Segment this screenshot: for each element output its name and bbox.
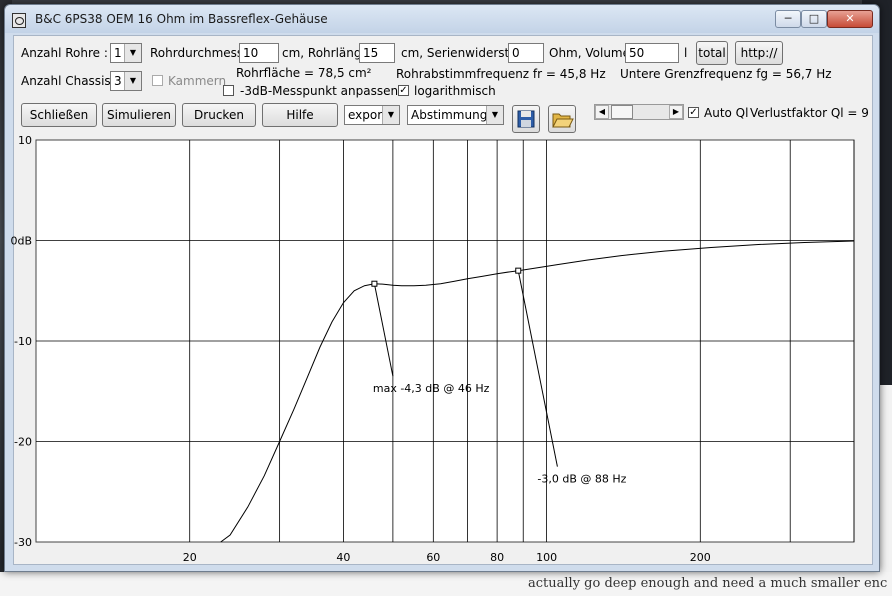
y-tick-label: -10 — [14, 335, 32, 348]
minimize-button[interactable]: ─ — [775, 10, 801, 28]
annotation-marker — [371, 280, 378, 287]
simulation-window: B&C 6PS38 OEM 16 Ohm im Bassreflex-Gehäu… — [4, 4, 880, 572]
speaker-icon — [12, 13, 26, 28]
annotation-marker — [515, 267, 522, 274]
y-tick-label: 10 — [18, 134, 32, 147]
window-title: B&C 6PS38 OEM 16 Ohm im Bassreflex-Gehäu… — [35, 12, 328, 26]
x-tick-label: 40 — [336, 551, 350, 564]
y-tick-label: -20 — [14, 436, 32, 449]
y-tick-label: -30 — [14, 536, 32, 549]
x-tick-label: 200 — [690, 551, 711, 564]
background-page-text: actually go deep enough and need a much … — [528, 576, 888, 591]
y-tick-label: 0dB — [10, 235, 32, 248]
close-button[interactable]: ✕ — [827, 10, 873, 28]
x-tick-label: 80 — [490, 551, 504, 564]
annotation-label: -3,0 dB @ 88 Hz — [537, 473, 626, 486]
frequency-response-chart: 10 0dB -10 -20 -30 20 40 60 80 100 200 max -4,3 dB … — [10, 134, 855, 564]
x-tick-label: 60 — [426, 551, 440, 564]
maximize-button[interactable]: □ — [801, 10, 827, 28]
annotation-label: max -4,3 dB @ 46 Hz — [373, 382, 490, 395]
x-tick-label: 20 — [183, 551, 197, 564]
client-area: Anzahl Rohre : 1▼ Rohrdurchmesser cm, Ro… — [10, 35, 873, 565]
title-bar[interactable]: B&C 6PS38 OEM 16 Ohm im Bassreflex-Gehäu… — [5, 5, 879, 33]
x-tick-label: 100 — [536, 551, 557, 564]
